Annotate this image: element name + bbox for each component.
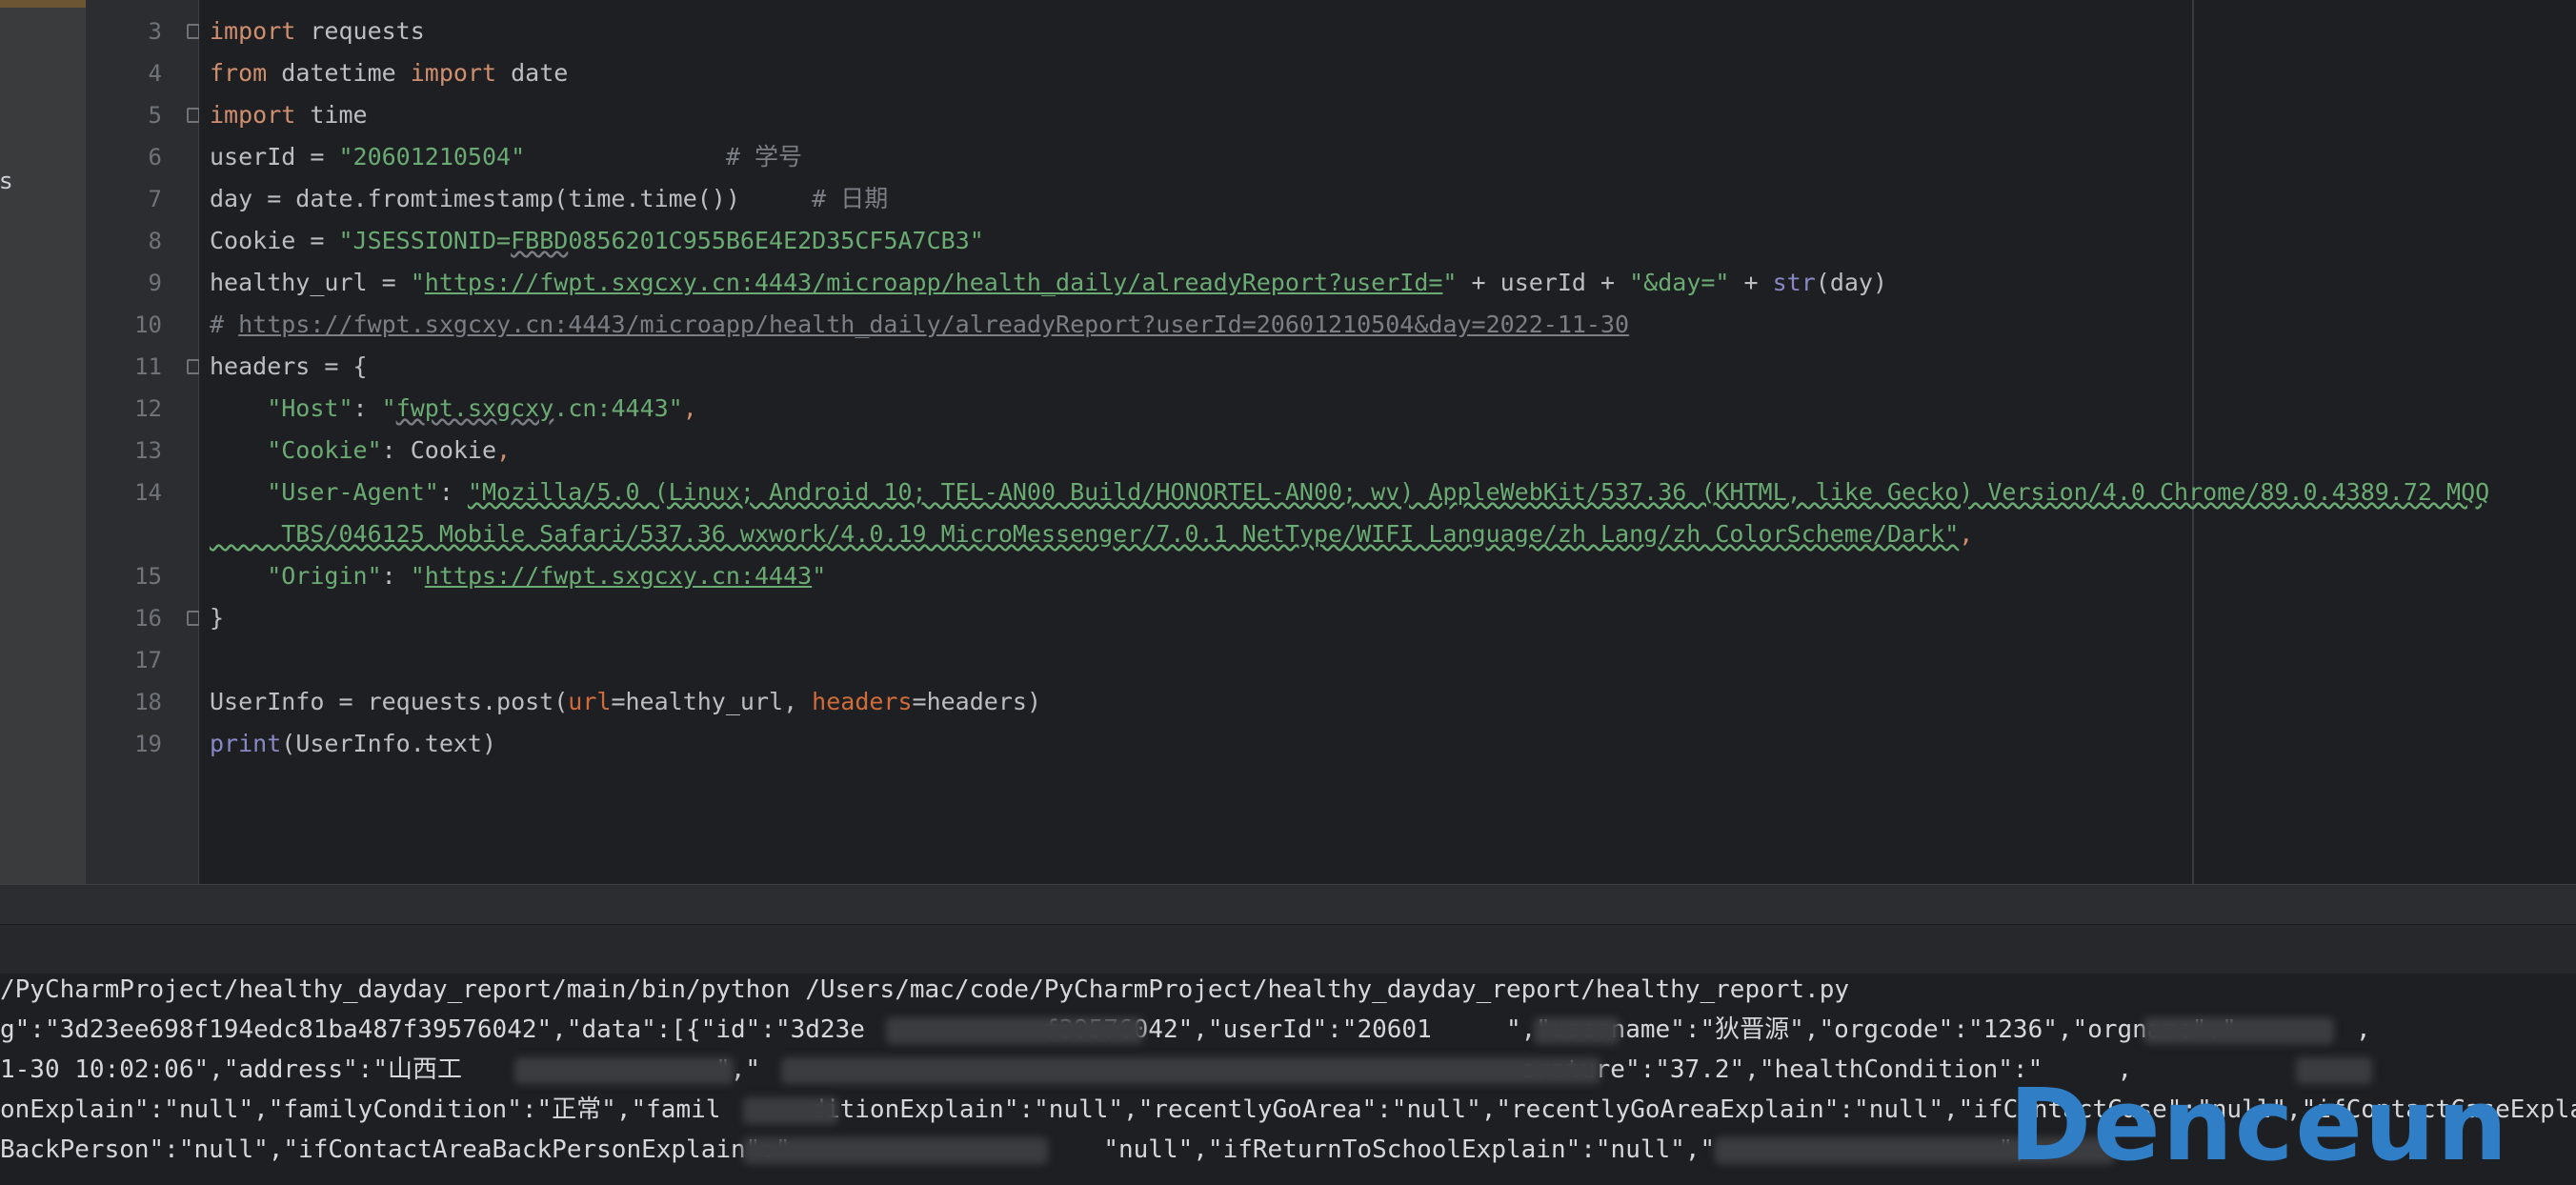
fold-marker-icon[interactable]	[187, 359, 200, 374]
fold-marker-icon[interactable]	[187, 108, 200, 123]
line-number: 9	[148, 270, 162, 296]
redaction-mask	[743, 1097, 838, 1124]
code-line-16[interactable]: }	[210, 597, 224, 639]
line-number: 12	[134, 395, 162, 422]
watermark-logo: Denceun	[2008, 1067, 2509, 1183]
line-number: 5	[148, 102, 162, 129]
fold-marker-icon[interactable]	[187, 24, 200, 39]
project-tree-cut-label: s	[0, 168, 12, 194]
line-number: 17	[134, 647, 162, 673]
redaction-mask	[743, 1137, 1048, 1164]
code-line-11[interactable]: headers = {	[210, 346, 368, 388]
project-tool-strip: s	[0, 0, 87, 924]
code-line-5[interactable]: import time	[210, 94, 368, 136]
code-line-9[interactable]: healthy_url = "https://fwpt.sxgcxy.cn:44…	[210, 262, 1887, 304]
line-number: 14	[134, 479, 162, 506]
code-line-8[interactable]: Cookie = "JSESSIONID=FBBD0856201C955B6E4…	[210, 220, 984, 262]
code-line-7[interactable]: day = date.fromtimestamp(time.time()) # …	[210, 178, 888, 220]
redaction-mask	[1534, 1017, 1620, 1044]
line-number: 10	[134, 311, 162, 338]
run-panel-header	[0, 924, 2576, 974]
line-number: 18	[134, 689, 162, 715]
redaction-mask	[2143, 1017, 2334, 1044]
line-number: 19	[134, 731, 162, 757]
right-margin-guide	[2192, 0, 2194, 884]
redaction-mask	[514, 1057, 734, 1084]
fold-marker-icon[interactable]	[187, 611, 200, 626]
line-number: 7	[148, 186, 162, 212]
selected-tab-accent	[0, 0, 86, 8]
code-line-14-wrap[interactable]: TBS/046125 Mobile Safari/537.36 wxwork/4…	[210, 513, 1973, 555]
code-line-15[interactable]: "Origin": "https://fwpt.sxgcxy.cn:4443"	[210, 555, 826, 597]
console-line: /PyCharmProject/healthy_dayday_report/ma…	[0, 975, 1850, 1004]
code-line-4[interactable]: from datetime import date	[210, 52, 568, 94]
code-line-19[interactable]: print(UserInfo.text)	[210, 723, 496, 765]
line-number: 3	[148, 18, 162, 45]
line-number: 8	[148, 228, 162, 254]
code-line-12[interactable]: "Host": "fwpt.sxgcxy.cn:4443",	[210, 388, 697, 430]
code-line-6[interactable]: userId = "20601210504" # 学号	[210, 136, 802, 178]
code-line-14[interactable]: "User-Agent": "Mozilla/5.0 (Linux; Andro…	[210, 472, 2489, 513]
redaction-mask	[781, 1057, 1600, 1084]
line-number: 16	[134, 605, 162, 632]
editor-status-strip	[0, 884, 2576, 925]
line-number: 4	[148, 60, 162, 87]
editor-gutter: 3 4 5 6 7 8 9 10 11 12 13 14 15 16 17 18…	[86, 0, 200, 884]
line-number: 11	[134, 353, 162, 380]
redaction-mask	[886, 1017, 1143, 1044]
line-number: 15	[134, 563, 162, 590]
line-number: 13	[134, 437, 162, 464]
line-number: 6	[148, 144, 162, 171]
code-editor[interactable]	[199, 0, 2576, 884]
code-line-3[interactable]: import requests	[210, 10, 425, 52]
code-line-10[interactable]: # https://fwpt.sxgcxy.cn:4443/microapp/h…	[210, 304, 1629, 346]
code-line-18[interactable]: UserInfo = requests.post(url=healthy_url…	[210, 681, 1041, 723]
code-line-13[interactable]: "Cookie": Cookie,	[210, 430, 511, 472]
console-line: g":"3d23ee698f194edc81ba487f39576042","d…	[0, 1015, 2371, 1044]
